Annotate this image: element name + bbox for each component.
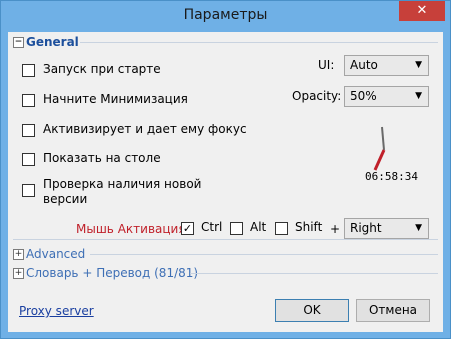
plus-sign: + [330, 222, 341, 236]
shift-option[interactable]: Shift [275, 220, 322, 235]
clock-preview-icon [373, 126, 386, 171]
expand-toggle-icon[interactable]: + [13, 267, 24, 279]
mouse-button-value: Right [350, 221, 382, 235]
ctrl-label: Ctrl [201, 220, 223, 234]
ok-button[interactable]: OK [275, 299, 349, 322]
section-divider [80, 42, 438, 43]
mouse-button-select[interactable]: Right ▼ [344, 218, 429, 239]
chevron-down-icon: ▼ [415, 91, 422, 101]
autostart-label: Запуск при старте [43, 62, 161, 76]
activate-focus-checkbox[interactable] [22, 124, 35, 137]
ui-select[interactable]: Auto ▼ [344, 55, 429, 76]
alt-checkbox[interactable] [230, 222, 243, 235]
alt-option[interactable]: Alt [230, 220, 266, 235]
activate-focus-option[interactable]: Активизирует и дает ему фокус [22, 122, 247, 137]
ui-select-value: Auto [350, 58, 378, 72]
autostart-checkbox[interactable] [22, 64, 35, 77]
alt-label: Alt [250, 220, 267, 234]
shift-checkbox[interactable] [275, 222, 288, 235]
expand-toggle-icon[interactable]: + [13, 248, 24, 260]
title-bar[interactable]: Параметры ✕ [1, 1, 450, 32]
check-updates-label: Проверка наличия новой версии [43, 177, 201, 207]
opacity-select-value: 50% [350, 89, 377, 103]
activate-focus-label: Активизирует и дает ему фокус [43, 122, 247, 136]
clock-time-text: 06:58:34 [365, 170, 418, 183]
general-section-header[interactable]: − General [13, 35, 79, 49]
chevron-down-icon: ▼ [415, 60, 422, 70]
autostart-option[interactable]: Запуск при старте [22, 62, 161, 77]
show-on-desktop-label: Показать на столе [43, 151, 161, 165]
opacity-label: Opacity: [292, 89, 342, 103]
show-on-desktop-checkbox[interactable] [22, 153, 35, 166]
section-divider [190, 273, 438, 274]
ui-label: UI: [318, 58, 335, 72]
window-title: Параметры [183, 7, 268, 23]
check-updates-label-line1: Проверка наличия новой [43, 177, 202, 191]
opacity-select[interactable]: 50% ▼ [344, 86, 429, 107]
section-divider [90, 254, 438, 255]
general-header-label: General [26, 35, 79, 49]
start-minimized-checkbox[interactable] [22, 94, 35, 107]
check-updates-option[interactable]: Проверка наличия новой версии [22, 177, 201, 207]
check-updates-checkbox[interactable] [22, 184, 35, 197]
clock-hand-gray [381, 126, 385, 151]
start-minimized-label: Начните Минимизация [43, 92, 188, 106]
show-on-desktop-option[interactable]: Показать на столе [22, 151, 161, 166]
collapse-toggle-icon[interactable]: − [13, 36, 24, 48]
section-divider [13, 239, 438, 240]
advanced-label: Advanced [26, 247, 86, 261]
proxy-server-link[interactable]: Proxy server [19, 304, 94, 318]
shift-label: Shift [295, 220, 323, 234]
check-updates-label-line2: версии [43, 192, 88, 206]
dictionary-section-header[interactable]: + Словарь + Перевод (81/81) [13, 266, 198, 280]
ctrl-option[interactable]: ✓ Ctrl [181, 220, 222, 235]
advanced-section-header[interactable]: + Advanced [13, 247, 85, 261]
dictionary-label: Словарь + Перевод (81/81) [26, 266, 199, 280]
cancel-button[interactable]: Отмена [356, 299, 430, 322]
ctrl-checkbox[interactable]: ✓ [181, 222, 194, 235]
mouse-activation-label: Мышь Активация: [76, 222, 190, 236]
clock-hand-red [373, 149, 386, 171]
close-button[interactable]: ✕ [399, 1, 445, 21]
start-minimized-option[interactable]: Начните Минимизация [22, 92, 188, 107]
chevron-down-icon: ▼ [415, 223, 422, 233]
